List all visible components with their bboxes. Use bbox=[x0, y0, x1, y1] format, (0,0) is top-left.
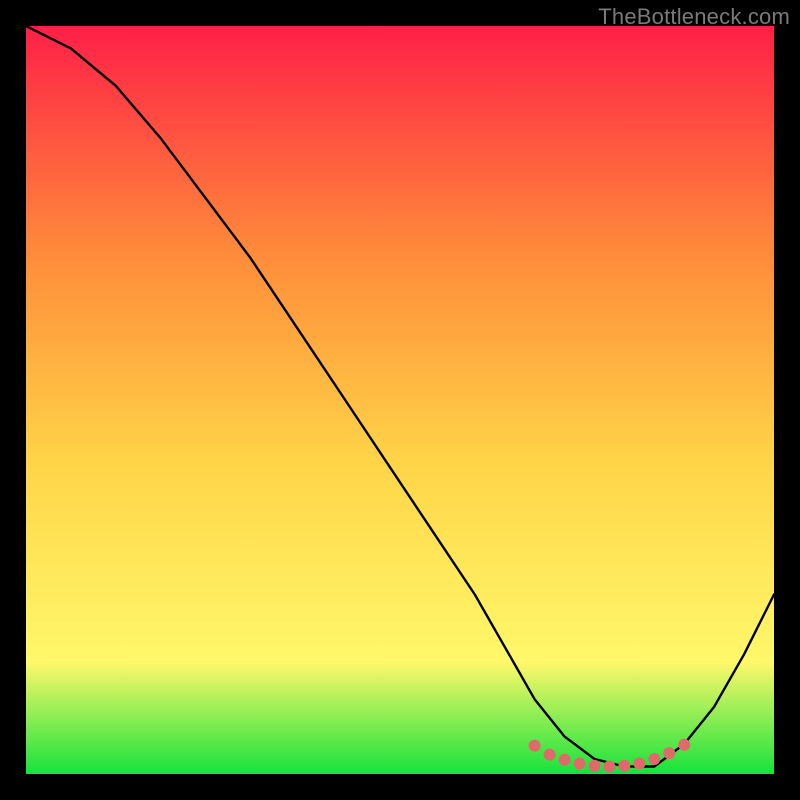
optimal-marker bbox=[648, 753, 660, 765]
optimal-marker bbox=[633, 758, 645, 770]
optimal-marker bbox=[618, 760, 630, 772]
optimal-marker bbox=[559, 754, 571, 766]
optimal-marker bbox=[663, 747, 675, 759]
optimal-marker bbox=[529, 740, 541, 752]
optimal-marker bbox=[603, 761, 615, 773]
chart-svg bbox=[26, 26, 774, 774]
optimal-marker bbox=[589, 760, 601, 772]
plot-area bbox=[26, 26, 774, 774]
optimal-marker bbox=[544, 749, 556, 761]
chart-stage: TheBottleneck.com bbox=[0, 0, 800, 800]
optimal-marker bbox=[678, 739, 690, 751]
optimal-marker bbox=[574, 758, 586, 770]
gradient-background bbox=[26, 26, 774, 774]
